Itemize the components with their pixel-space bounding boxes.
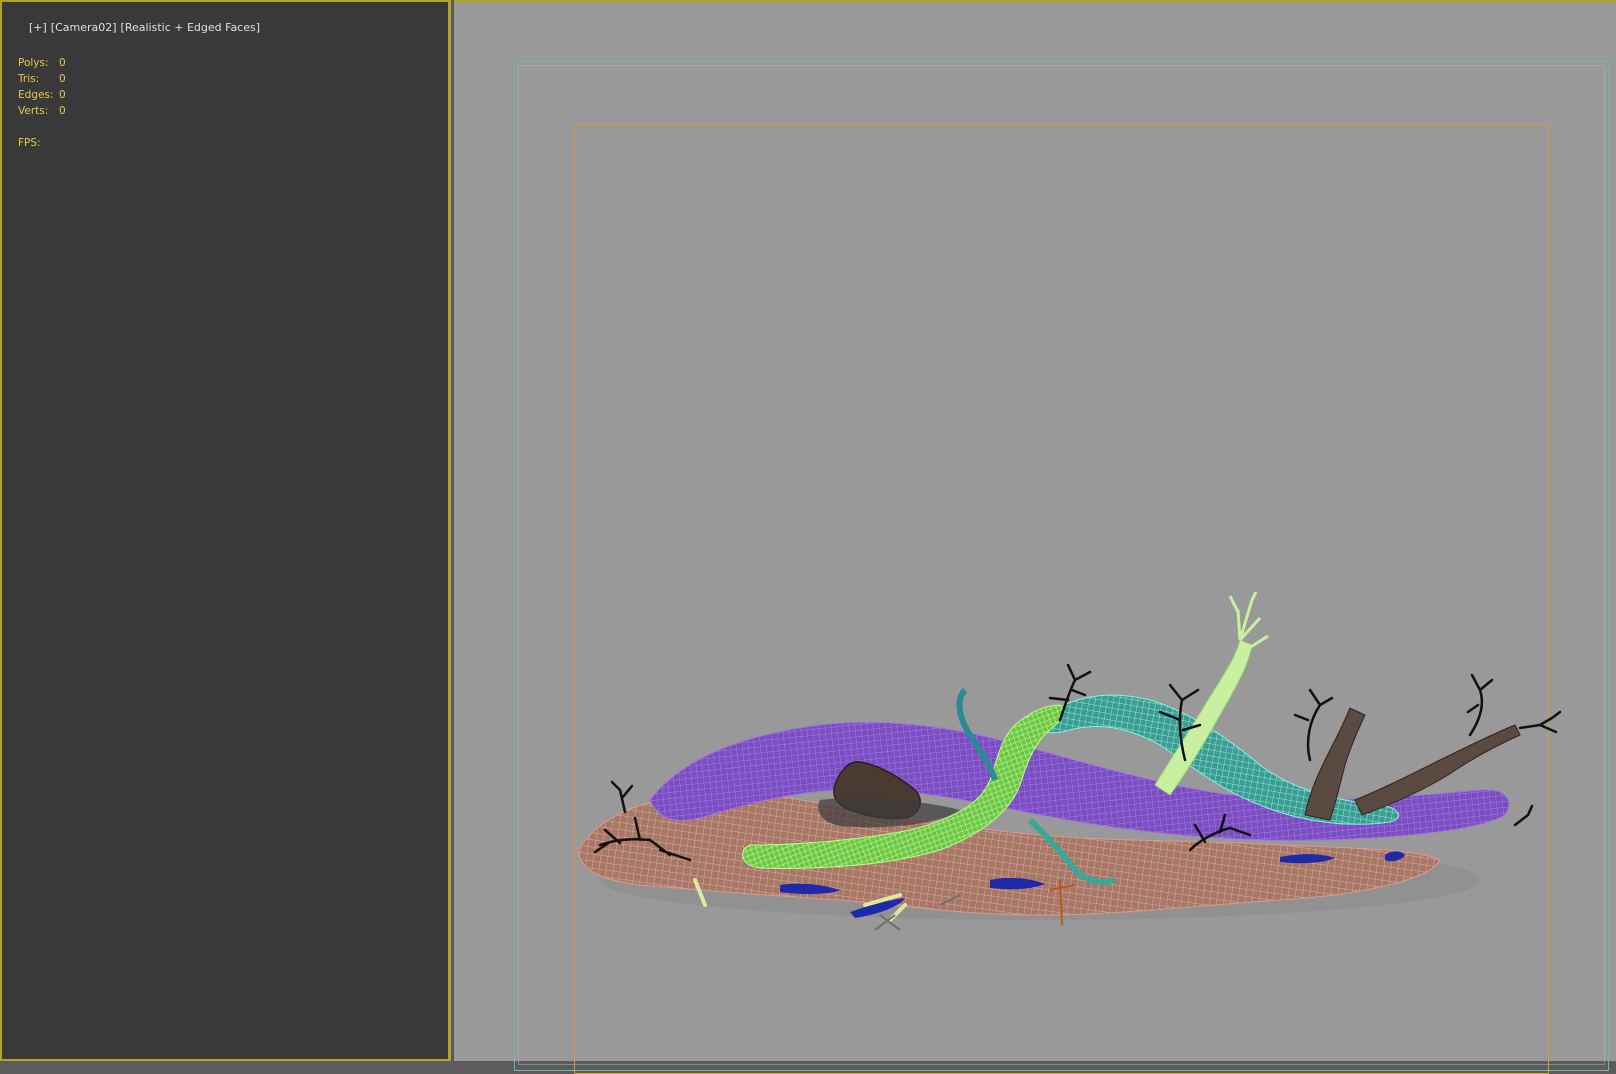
max-viewports-app: [+] [Camera02] [Realistic + Edged Faces] P… xyxy=(0,0,1616,1074)
wireframe-scene[interactable] xyxy=(0,0,1616,1061)
pale-green-branches xyxy=(1228,591,1269,652)
